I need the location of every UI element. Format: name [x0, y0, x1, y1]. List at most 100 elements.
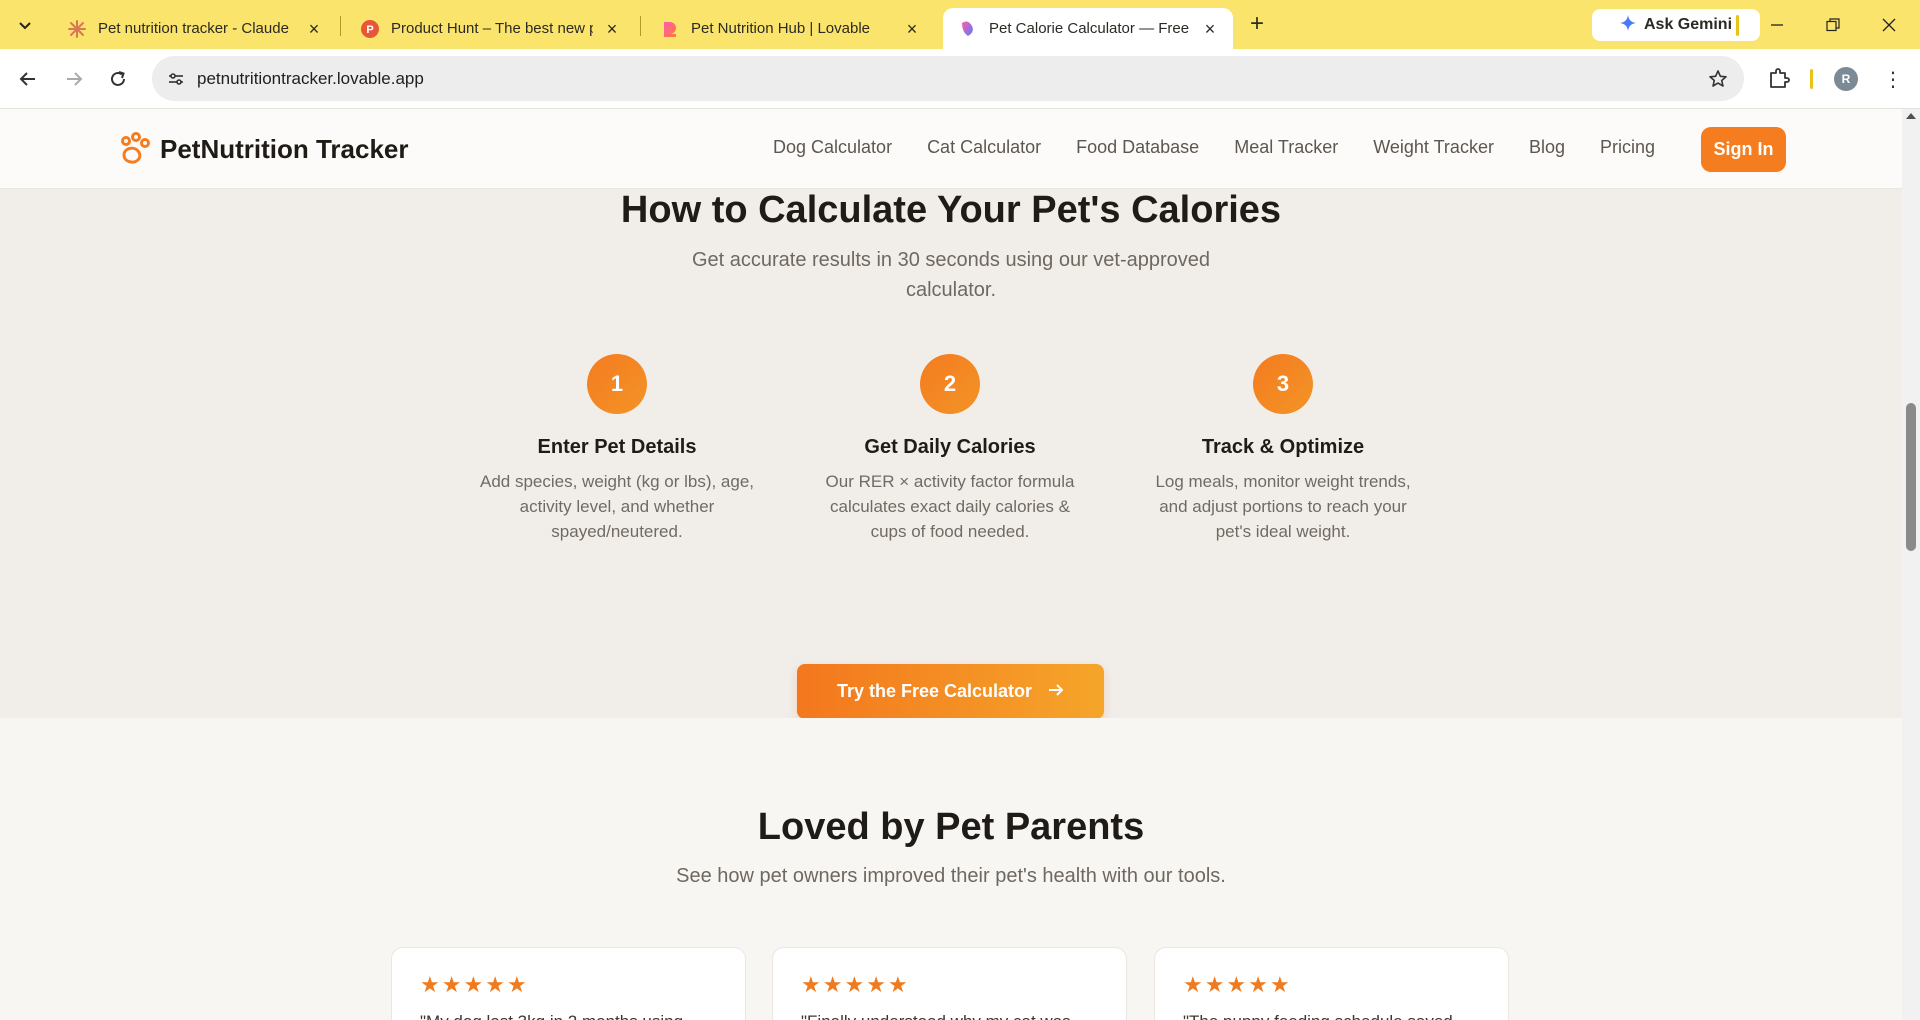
browser-tab-bar: Pet nutrition tracker - Claude × P Produ… — [0, 0, 1920, 49]
tab-pet-calorie-calculator[interactable]: Pet Calorie Calculator — Free D × — [943, 8, 1233, 49]
address-bar[interactable]: petnutritiontracker.lovable.app — [152, 56, 1744, 101]
sign-in-button[interactable]: Sign In — [1701, 127, 1786, 172]
scroll-up-arrow-icon[interactable] — [1906, 113, 1916, 119]
toolbar-separator — [1810, 69, 1813, 89]
review-card: ★★★★★ "The puppy feeding schedule saved — [1154, 947, 1509, 1020]
tab-title: Product Hunt – The best new p — [391, 20, 593, 37]
window-close-icon[interactable] — [1874, 10, 1904, 40]
star-icon: ★ — [485, 972, 505, 997]
step-card: 2 Get Daily Calories Our RER × activity … — [800, 354, 1100, 544]
star-icon: ★ — [1183, 972, 1203, 997]
step-description: Log meals, monitor weight trends, and ad… — [1155, 472, 1411, 541]
nav-cat-calculator[interactable]: Cat Calculator — [927, 137, 1041, 158]
toolbar-separator — [1736, 15, 1739, 36]
star-icon: ★ — [822, 972, 843, 997]
star-icon: ★ — [441, 972, 462, 997]
back-arrow-icon[interactable] — [12, 63, 44, 95]
how-to-calculate-section: How to Calculate Your Pet's Calories Get… — [0, 189, 1902, 719]
profile-avatar[interactable]: R — [1834, 67, 1858, 91]
cta-label: Try the Free Calculator — [836, 681, 1033, 701]
review-text: "The puppy feeding schedule saved — [1183, 1012, 1480, 1020]
review-card: ★★★★★ "Finally understood why my cat was — [772, 947, 1127, 1020]
step-description: Add species, weight (kg or lbs), age, ac… — [479, 472, 755, 541]
star-icon: ★ — [463, 972, 484, 997]
site-settings-icon[interactable] — [162, 65, 190, 93]
browser-toolbar: petnutritiontracker.lovable.app — [0, 49, 1920, 109]
tab-search-dropdown-icon[interactable] — [12, 12, 38, 38]
step-description: Our RER × activity factor formula calcul… — [825, 472, 1075, 541]
page-viewport: PetNutrition Tracker Dog Calculator Cat … — [0, 109, 1902, 1020]
step-number-badge: 3 — [1253, 354, 1313, 414]
step-card: 1 Enter Pet Details Add species, weight … — [467, 354, 767, 544]
section-subtitle: See how pet owners improved their pet's … — [676, 865, 1226, 887]
review-card: ★★★★★ "My dog lost 3kg in 2 months using — [391, 947, 746, 1020]
star-icon: ★ — [1248, 972, 1268, 997]
tab-claude[interactable]: Pet nutrition tracker - Claude × — [52, 8, 337, 49]
star-icon: ★ — [420, 972, 440, 997]
tab-separator — [340, 16, 341, 36]
main-nav: Dog Calculator Cat Calculator Food Datab… — [773, 137, 1690, 158]
step-number-badge: 2 — [920, 354, 980, 414]
paw-logo-icon — [116, 131, 152, 167]
forward-arrow-icon[interactable] — [58, 63, 90, 95]
url-text: petnutritiontracker.lovable.app — [197, 69, 424, 88]
close-icon[interactable]: × — [305, 20, 323, 38]
section-title: Loved by Pet Parents — [757, 806, 1145, 848]
page-scrollbar[interactable] — [1902, 109, 1920, 1020]
scrollbar-thumb[interactable] — [1906, 403, 1916, 551]
svg-text:P: P — [366, 24, 373, 36]
tab-title: Pet Calorie Calculator — Free D — [989, 20, 1191, 37]
section-subtitle: Get accurate results in 30 seconds using… — [691, 249, 1211, 301]
nav-meal-tracker[interactable]: Meal Tracker — [1234, 137, 1338, 158]
arrow-right-icon — [1048, 681, 1064, 702]
minimize-icon[interactable] — [1762, 10, 1792, 40]
lovable-icon — [661, 20, 679, 38]
nav-dog-calculator[interactable]: Dog Calculator — [773, 137, 892, 158]
extensions-puzzle-icon[interactable] — [1764, 63, 1794, 93]
step-number-badge: 1 — [587, 354, 647, 414]
star-rating: ★ ★ ★ ★ ★ — [801, 974, 1098, 996]
review-text: "Finally understood why my cat was — [801, 1012, 1098, 1020]
star-icon: ★ — [887, 972, 908, 997]
star-icon: ★ — [866, 972, 886, 997]
tab-title: Pet nutrition tracker - Claude — [98, 20, 289, 37]
star-icon: ★ — [1269, 972, 1290, 997]
restore-icon[interactable] — [1818, 10, 1848, 40]
bookmark-star-icon[interactable] — [1706, 67, 1730, 91]
close-icon[interactable]: × — [903, 20, 921, 38]
star-icon: ★ — [801, 972, 821, 997]
step-title: Get Daily Calories — [864, 436, 1036, 458]
brand-name: PetNutrition Tracker — [160, 133, 409, 164]
step-title: Enter Pet Details — [537, 436, 697, 458]
step-card: 3 Track & Optimize Log meals, monitor we… — [1133, 354, 1433, 544]
try-free-calculator-button[interactable]: Try the Free Calculator — [797, 664, 1104, 719]
site-header: PetNutrition Tracker Dog Calculator Cat … — [0, 109, 1902, 189]
product-hunt-icon: P — [361, 19, 379, 38]
tab-product-hunt[interactable]: P Product Hunt – The best new p × — [345, 8, 635, 49]
nav-food-database[interactable]: Food Database — [1076, 137, 1199, 158]
tab-separator — [640, 16, 641, 36]
star-icon: ★ — [1204, 972, 1225, 997]
reload-icon[interactable] — [102, 63, 134, 95]
lovable-icon — [959, 20, 977, 38]
tab-title: Pet Nutrition Hub | Lovable — [691, 20, 870, 37]
star-icon: ★ — [844, 972, 865, 997]
star-rating: ★ ★ ★ ★ ★ — [1183, 974, 1480, 996]
new-tab-plus-icon[interactable]: + — [1244, 12, 1270, 38]
star-icon: ★ — [506, 972, 527, 997]
ask-gemini-button[interactable]: Ask Gemini — [1592, 9, 1760, 41]
ask-gemini-label: Ask Gemini — [1643, 16, 1733, 33]
claude-icon — [68, 19, 86, 38]
step-title: Track & Optimize — [1201, 436, 1365, 458]
nav-pricing[interactable]: Pricing — [1600, 137, 1655, 158]
close-icon[interactable]: × — [603, 20, 621, 38]
browser-menu-icon[interactable]: ⋮ — [1878, 64, 1908, 94]
close-icon[interactable]: × — [1201, 20, 1219, 38]
tab-lovable-hub[interactable]: Pet Nutrition Hub | Lovable × — [645, 8, 935, 49]
nav-blog[interactable]: Blog — [1529, 137, 1565, 158]
section-title: How to Calculate Your Pet's Calories — [620, 189, 1282, 231]
site-logo[interactable]: PetNutrition Tracker — [116, 131, 409, 167]
nav-weight-tracker[interactable]: Weight Tracker — [1373, 137, 1494, 158]
star-icon: ★ — [1226, 972, 1247, 997]
testimonials-section: Loved by Pet Parents See how pet owners … — [0, 718, 1902, 1020]
